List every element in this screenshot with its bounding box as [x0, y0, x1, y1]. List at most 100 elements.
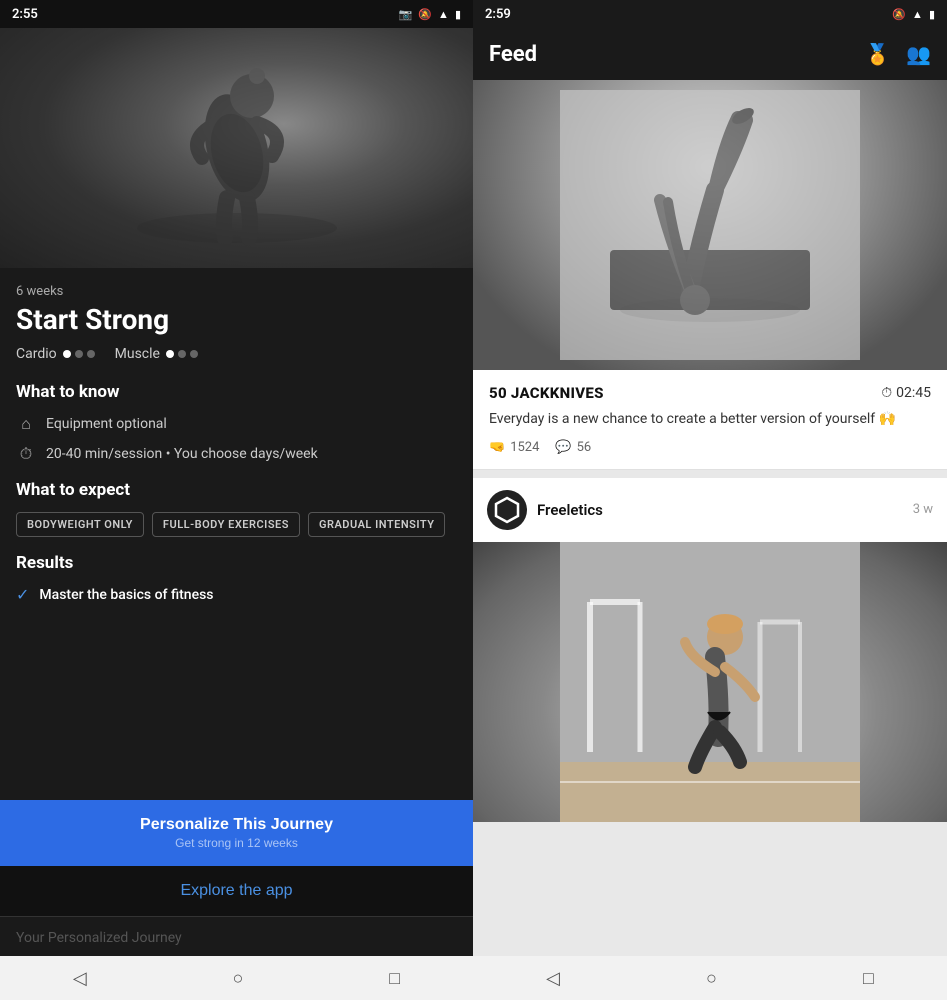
muscle-dot-1	[166, 350, 174, 358]
muscle-dot-2	[178, 350, 186, 358]
hero-image-inner	[0, 28, 473, 268]
freeletics-logo-svg	[493, 496, 521, 524]
recents-icon[interactable]: □	[389, 968, 400, 989]
what-to-expect-section: What to expect BODYWEIGHT ONLY FULL-BODY…	[16, 480, 457, 537]
results-section: Results ✓ Master the basics of fitness	[16, 553, 457, 604]
personalized-journey-bar: Your Personalized Journey	[0, 916, 473, 956]
battery-icon: ▮	[455, 8, 461, 21]
cardio-dot-3	[87, 350, 95, 358]
personalize-button[interactable]: Personalize This Journey Get strong in 1…	[0, 800, 473, 866]
right-battery-icon: ▮	[929, 8, 935, 21]
home-nav-icon[interactable]: ○	[233, 968, 244, 989]
bottom-buttons: Personalize This Journey Get strong in 1…	[0, 800, 473, 956]
muscle-intensity: Muscle	[115, 346, 198, 362]
info-equipment-text: Equipment optional	[46, 416, 167, 432]
home-icon: ⌂	[16, 414, 36, 434]
feed-title: Feed	[489, 42, 865, 67]
program-title: Start Strong	[16, 303, 457, 336]
post-time: 3 w	[913, 502, 933, 517]
workout-card: 50 JACKKNIVES ⏱ 02:45 Everyday is a new …	[473, 370, 947, 470]
muscle-dot-3	[190, 350, 198, 358]
left-time: 2:55	[12, 7, 38, 22]
workout-name: 50 JACKKNIVES	[489, 384, 604, 402]
post-image-inner	[473, 542, 947, 822]
check-icon: ✓	[16, 585, 29, 604]
what-to-expect-title: What to expect	[16, 480, 457, 500]
workout-caption: Everyday is a new chance to create a bet…	[489, 410, 931, 430]
jackknife-figure-svg	[560, 90, 860, 360]
post-image	[473, 542, 947, 822]
left-status-bar: 2:55 📷 🔕 ▲ ▮	[0, 0, 473, 28]
workout-time-display: ⏱ 02:45	[881, 385, 931, 401]
right-nav-bar: ◁ ○ □	[473, 956, 947, 1000]
feed-header-icons: 🏅 👥	[865, 42, 931, 66]
muscle-label: Muscle	[115, 346, 160, 362]
comment-icon: 💬	[555, 440, 571, 455]
timer-icon: ⏱	[881, 385, 892, 401]
cardio-dot-2	[75, 350, 83, 358]
feed-hero-image	[473, 80, 947, 370]
trophy-icon[interactable]: 🏅	[865, 42, 890, 66]
cardio-label: Cardio	[16, 346, 57, 362]
cardio-dot-1	[63, 350, 71, 358]
feed-hero-inner	[473, 80, 947, 370]
workout-time-value: 02:45	[896, 385, 931, 401]
results-title: Results	[16, 553, 457, 573]
feed-scroll[interactable]: 50 JACKKNIVES ⏱ 02:45 Everyday is a new …	[473, 80, 947, 956]
like-icon: 🤜	[489, 440, 505, 455]
signal-icon: ▲	[438, 8, 449, 21]
right-home-icon[interactable]: ○	[706, 968, 717, 989]
hero-figure-svg	[127, 48, 347, 248]
right-status-icons: 🔕 ▲ ▮	[892, 8, 935, 21]
feed-post: Freeletics 3 w	[473, 478, 947, 822]
duration-label: 6 weeks	[16, 284, 457, 299]
likes-stat[interactable]: 🤜 1524	[489, 440, 539, 455]
info-time-text: 20-40 min/session • You choose days/week	[46, 446, 318, 462]
result-item-1: ✓ Master the basics of fitness	[16, 585, 457, 604]
right-mute-icon: 🔕	[892, 8, 906, 21]
right-recents-icon[interactable]: □	[863, 968, 874, 989]
right-panel: 2:59 🔕 ▲ ▮ Feed 🏅 👥	[473, 0, 947, 1000]
clock-icon: ⏱	[16, 444, 36, 464]
intensity-row: Cardio Muscle	[16, 346, 457, 362]
workout-stats: 🤜 1524 💬 56	[489, 440, 931, 455]
likes-count: 1524	[510, 440, 539, 455]
running-figure-svg	[560, 542, 860, 822]
comments-stat[interactable]: 💬 56	[555, 440, 591, 455]
cardio-intensity: Cardio	[16, 346, 95, 362]
left-nav-bar: ◁ ○ □	[0, 956, 473, 1000]
right-time: 2:59	[485, 7, 511, 22]
feed-header: Feed 🏅 👥	[473, 28, 947, 80]
cardio-dots	[63, 350, 95, 358]
info-equipment: ⌂ Equipment optional	[16, 414, 457, 434]
explore-label: Explore the app	[180, 882, 292, 899]
left-status-icons: 📷 🔕 ▲ ▮	[399, 8, 461, 21]
hero-image	[0, 28, 473, 268]
tag-full-body: FULL-BODY EXERCISES	[152, 512, 300, 537]
content-scroll[interactable]: 6 weeks Start Strong Cardio Muscle	[0, 268, 473, 800]
tag-bodyweight: BODYWEIGHT ONLY	[16, 512, 144, 537]
comments-count: 56	[577, 440, 592, 455]
personalize-main-label: Personalize This Journey	[140, 816, 333, 834]
post-avatar	[487, 490, 527, 530]
personalize-sub-label: Get strong in 12 weeks	[175, 836, 298, 850]
back-icon[interactable]: ◁	[73, 968, 87, 989]
what-to-know-title: What to know	[16, 382, 457, 402]
mute-icon: 🔕	[418, 8, 432, 21]
result-text-1: Master the basics of fitness	[39, 587, 213, 603]
explore-button[interactable]: Explore the app	[0, 866, 473, 916]
left-panel: 2:55 📷 🔕 ▲ ▮	[0, 0, 473, 1000]
right-back-icon[interactable]: ◁	[546, 968, 560, 989]
people-icon[interactable]: 👥	[906, 42, 931, 66]
post-header: Freeletics 3 w	[473, 478, 947, 542]
camera-icon: 📷	[399, 8, 413, 21]
post-username[interactable]: Freeletics	[537, 501, 903, 519]
right-signal-icon: ▲	[912, 8, 923, 21]
workout-card-header: 50 JACKKNIVES ⏱ 02:45	[489, 384, 931, 402]
tags-row: BODYWEIGHT ONLY FULL-BODY EXERCISES GRAD…	[16, 512, 457, 537]
personalized-journey-text: Your Personalized Journey	[16, 930, 182, 946]
tag-gradual: GRADUAL INTENSITY	[308, 512, 446, 537]
muscle-dots	[166, 350, 198, 358]
right-status-bar: 2:59 🔕 ▲ ▮	[473, 0, 947, 28]
info-time: ⏱ 20-40 min/session • You choose days/we…	[16, 444, 457, 464]
